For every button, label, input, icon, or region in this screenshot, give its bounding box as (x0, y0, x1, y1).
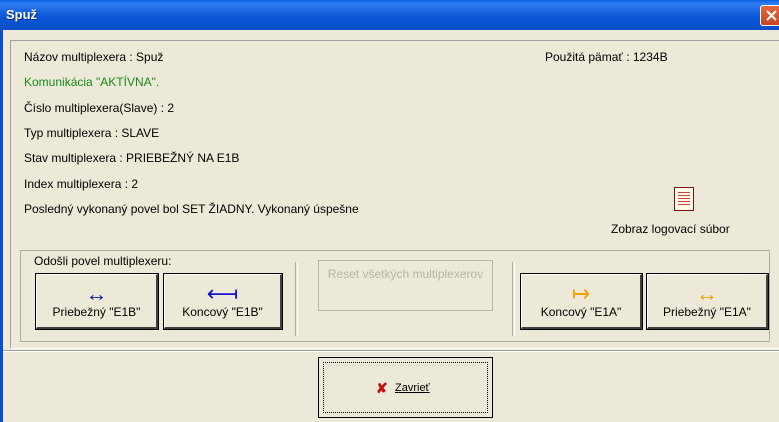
through-e1a-button[interactable]: ↔ Priebežný "E1A" (646, 273, 769, 330)
show-log-label[interactable]: Zobraz logovací súbor (611, 222, 730, 236)
multiplexer-index: Index multiplexera : 2 (24, 177, 139, 191)
last-command: Posledný vykonaný povel bol SET ŽIADNY. … (24, 202, 359, 216)
multiplexer-type: Typ multiplexera : SLAVE (24, 126, 160, 140)
window-close-button[interactable] (760, 5, 779, 26)
used-memory: Použitá pämať : 1234B (545, 50, 668, 64)
through-e1b-button[interactable]: ↔ Priebežný "E1B" (35, 273, 159, 330)
button-label: Priebežný "E1A" (663, 305, 751, 319)
slave-number: Číslo multiplexera(Slave) : 2 (24, 101, 175, 115)
communication-status: Komunikácia "AKTÍVNA". (24, 75, 160, 89)
close-button[interactable]: ✘ Zavrieť (318, 357, 493, 418)
left-arrow-bar-icon: ⟻ (206, 281, 239, 306)
terminal-e1b-button[interactable]: ⟻ Koncový "E1B" (163, 273, 283, 330)
reset-all-button[interactable]: Reset všetkých multiplexerov (318, 260, 493, 311)
button-label: Priebežný "E1B" (52, 305, 141, 319)
footer-divider (3, 350, 779, 352)
title-bar: Spuž (0, 0, 779, 30)
close-x-icon: ✘ (376, 380, 388, 396)
right-arrow-bar-icon: ↦ (571, 281, 591, 306)
separator (512, 262, 515, 336)
close-button-label: Zavrieť (395, 382, 430, 394)
button-label: Reset všetkých multiplexerov (327, 267, 484, 281)
multiplexer-name: Názov multiplexera : Spuž (24, 50, 164, 64)
terminal-e1a-button[interactable]: ↦ Koncový "E1A" (520, 273, 643, 330)
double-arrow-icon: ↔ (85, 281, 108, 306)
multiplexer-state: Stav multiplexera : PRIEBEŽNÝ NA E1B (24, 151, 240, 165)
command-group-label: Odošli povel multiplexeru: (32, 254, 174, 268)
button-label: Koncový "E1A" (540, 305, 622, 319)
double-arrow-icon: ↔ (696, 281, 718, 306)
close-icon (766, 10, 777, 21)
separator (295, 262, 298, 336)
log-file-icon[interactable] (674, 187, 694, 211)
window-title: Spuž (6, 7, 38, 22)
button-label: Koncový "E1B" (182, 305, 263, 319)
